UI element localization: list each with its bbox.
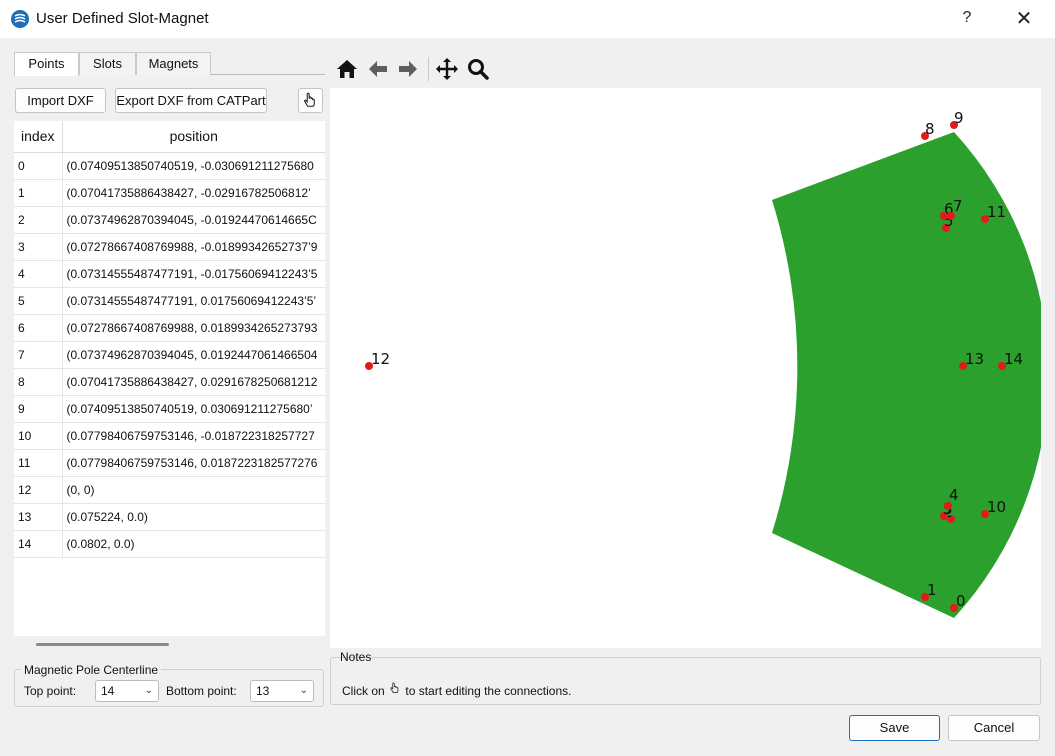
column-header-index[interactable]: index bbox=[14, 121, 63, 153]
table-row[interactable]: 1 (0.07041735886438427, -0.02916782506812… bbox=[14, 179, 325, 207]
point-label: 8 bbox=[925, 120, 935, 138]
chevron-down-icon: ⌄ bbox=[144, 685, 153, 696]
window-title: User Defined Slot-Magnet bbox=[36, 10, 209, 27]
cell-index[interactable]: 14 bbox=[14, 530, 63, 558]
geometry-plot[interactable]: 01234567891011121314 bbox=[330, 88, 1049, 648]
centerline-group-title: Magnetic Pole Centerline bbox=[21, 663, 162, 677]
cell-position[interactable]: (0.07278667408769988, -0.01899342652737’… bbox=[62, 233, 325, 261]
bottom-point-label: Bottom point: bbox=[166, 684, 237, 698]
point-label: 12 bbox=[371, 350, 390, 368]
cell-index[interactable]: 2 bbox=[14, 206, 63, 234]
cell-index[interactable]: 4 bbox=[14, 260, 63, 288]
help-button[interactable]: ? bbox=[955, 6, 979, 30]
cell-position[interactable]: (0.07374962870394045, 0.0192447061466504 bbox=[62, 341, 325, 369]
cell-position[interactable]: (0.07314555487477191, 0.01756069412243’5… bbox=[62, 287, 325, 315]
points-table: index position 0 (0.07409513850740519, -0… bbox=[14, 121, 325, 636]
cell-position[interactable]: (0.07374962870394045, -0.01924470614665C bbox=[62, 206, 325, 234]
back-arrow-icon[interactable] bbox=[366, 57, 390, 81]
cell-position[interactable]: (0.0802, 0.0) bbox=[62, 530, 325, 558]
cell-position[interactable]: (0.07041735886438427, -0.02916782506812’ bbox=[62, 179, 325, 207]
cell-position[interactable]: (0.07278667408769988, 0.0189934265273793 bbox=[62, 314, 325, 342]
table-row[interactable]: 9 (0.07409513850740519, 0.030691211275680… bbox=[14, 395, 325, 423]
point-label: 10 bbox=[987, 498, 1006, 516]
cell-index[interactable]: 11 bbox=[14, 449, 63, 477]
point-label: 14 bbox=[1004, 350, 1023, 368]
table-row[interactable]: 8 (0.07041735886438427, 0.029167825068121… bbox=[14, 368, 325, 396]
cell-position[interactable]: (0.07409513850740519, 0.030691211275680’ bbox=[62, 395, 325, 423]
cell-index[interactable]: 0 bbox=[14, 152, 63, 180]
tab-points[interactable]: Points bbox=[14, 52, 79, 76]
toolbar-separator bbox=[428, 57, 429, 81]
cell-index[interactable]: 9 bbox=[14, 395, 63, 423]
table-row[interactable]: 10 (0.07798406759753146, -0.0187223182577… bbox=[14, 422, 325, 450]
cell-index[interactable]: 5 bbox=[14, 287, 63, 315]
home-icon[interactable] bbox=[335, 57, 359, 81]
top-point-label: Top point: bbox=[24, 684, 77, 698]
save-button[interactable]: Save bbox=[849, 715, 940, 741]
geometry-canvas[interactable]: 01234567891011121314 bbox=[330, 88, 1049, 648]
point-label: 11 bbox=[987, 203, 1006, 221]
bottom-point-value: 13 bbox=[256, 684, 270, 698]
zoom-icon[interactable] bbox=[466, 57, 490, 81]
point-label: 0 bbox=[956, 592, 966, 610]
cell-position[interactable]: (0, 0) bbox=[62, 476, 325, 504]
cell-position[interactable]: (0.07314555487477191, -0.01756069412243’… bbox=[62, 260, 325, 288]
app-logo-icon bbox=[11, 10, 29, 28]
cell-index[interactable]: 3 bbox=[14, 233, 63, 261]
cell-index[interactable]: 13 bbox=[14, 503, 63, 531]
cell-position[interactable]: (0.07798406759753146, 0.0187223182577276 bbox=[62, 449, 325, 477]
point-label: 1 bbox=[927, 581, 937, 599]
cell-index[interactable]: 1 bbox=[14, 179, 63, 207]
scrollbar-thumb[interactable] bbox=[36, 643, 169, 646]
import-dxf-button[interactable]: Import DXF bbox=[15, 88, 106, 113]
table-row[interactable]: 5 (0.07314555487477191, 0.01756069412243’… bbox=[14, 287, 325, 315]
cell-position[interactable]: (0.07798406759753146, -0.018722318257727 bbox=[62, 422, 325, 450]
table-row[interactable]: 3 (0.07278667408769988, -0.01899342652737… bbox=[14, 233, 325, 261]
cell-position[interactable]: (0.07409513850740519, -0.030691211275680 bbox=[62, 152, 325, 180]
export-dxf-button[interactable]: Export DXF from CATPart bbox=[115, 88, 267, 113]
point-label: 4 bbox=[949, 486, 959, 504]
table-row[interactable]: 11 (0.07798406759753146, 0.01872231825772… bbox=[14, 449, 325, 477]
pan-icon[interactable] bbox=[435, 57, 459, 81]
tab-bar: Points Slots Magnets bbox=[14, 52, 325, 76]
cell-index[interactable]: 8 bbox=[14, 368, 63, 396]
cell-index[interactable]: 10 bbox=[14, 422, 63, 450]
cell-index[interactable]: 6 bbox=[14, 314, 63, 342]
edit-connections-button[interactable] bbox=[298, 88, 323, 113]
cell-index[interactable]: 7 bbox=[14, 341, 63, 369]
cell-position[interactable]: (0.07041735886438427, 0.0291678250681212 bbox=[62, 368, 325, 396]
chevron-down-icon: ⌄ bbox=[299, 685, 308, 696]
forward-arrow-icon[interactable] bbox=[396, 57, 420, 81]
hand-pointer-icon bbox=[304, 92, 315, 107]
table-row[interactable]: 0 (0.07409513850740519, -0.03069121127568… bbox=[14, 152, 325, 180]
column-header-position[interactable]: position bbox=[62, 121, 325, 153]
tab-magnets[interactable]: Magnets bbox=[136, 52, 211, 75]
point-label: 7 bbox=[953, 197, 963, 215]
notes-text-before: Click on bbox=[342, 684, 385, 698]
close-button[interactable]: ✕ bbox=[1010, 6, 1038, 32]
cancel-button[interactable]: Cancel bbox=[948, 715, 1040, 741]
bottom-point-select[interactable]: 13 ⌄ bbox=[250, 680, 314, 702]
hand-pointer-icon bbox=[390, 682, 399, 694]
point-label: 9 bbox=[954, 109, 964, 127]
top-point-value: 14 bbox=[101, 684, 115, 698]
point-label: 13 bbox=[965, 350, 984, 368]
top-point-select[interactable]: 14 ⌄ bbox=[95, 680, 159, 702]
table-row[interactable]: 2 (0.07374962870394045, -0.01924470614665… bbox=[14, 206, 325, 234]
horizontal-scrollbar[interactable] bbox=[14, 636, 325, 654]
tab-slots[interactable]: Slots bbox=[79, 52, 136, 75]
table-row[interactable]: 7 (0.07374962870394045, 0.019244706146650… bbox=[14, 341, 325, 369]
table-row[interactable]: 12 (0, 0) bbox=[14, 476, 325, 504]
notes-text: Click on to start editing the connection… bbox=[342, 680, 571, 698]
table-row[interactable]: 6 (0.07278667408769988, 0.018993426527379… bbox=[14, 314, 325, 342]
table-row[interactable]: 14 (0.0802, 0.0) bbox=[14, 530, 325, 558]
notes-title: Notes bbox=[340, 650, 372, 664]
title-bar: User Defined Slot-Magnet ? ✕ bbox=[0, 0, 1055, 38]
table-row[interactable]: 13 (0.075224, 0.0) bbox=[14, 503, 325, 531]
cell-position[interactable]: (0.075224, 0.0) bbox=[62, 503, 325, 531]
notes-text-after: to start editing the connections. bbox=[405, 684, 572, 698]
cell-index[interactable]: 12 bbox=[14, 476, 63, 504]
table-row[interactable]: 4 (0.07314555487477191, -0.01756069412243… bbox=[14, 260, 325, 288]
